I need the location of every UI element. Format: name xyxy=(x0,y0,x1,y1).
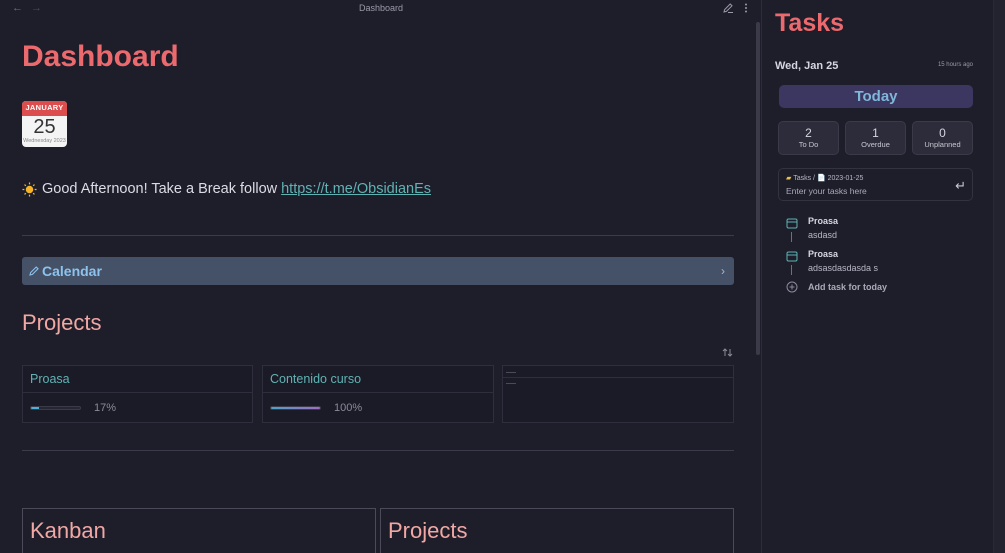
task-connector xyxy=(791,232,792,242)
folder-icon: ▰ xyxy=(786,175,792,182)
calendar-icon xyxy=(786,251,798,262)
calendar-month: JANUARY xyxy=(22,101,67,116)
chevron-right-icon: › xyxy=(721,264,725,278)
placeholder-line xyxy=(506,383,516,384)
stat-label: Overdue xyxy=(861,140,890,149)
stat-overdue[interactable]: 1 Overdue xyxy=(845,121,906,155)
project-progress: 17% xyxy=(23,393,252,422)
add-task-button[interactable]: Add task for today xyxy=(786,281,887,293)
task-name: Proasa xyxy=(808,249,839,259)
today-button[interactable]: Today xyxy=(779,85,973,108)
progress-fill xyxy=(271,406,320,409)
projects-heading: Projects xyxy=(22,310,102,335)
stat-value: 2 xyxy=(805,126,812,140)
calendar-icon xyxy=(786,218,798,229)
project-card-empty xyxy=(502,365,734,423)
enter-icon[interactable]: ↵ xyxy=(955,178,966,194)
stat-value: 1 xyxy=(872,126,879,140)
stat-value: 0 xyxy=(939,126,946,140)
note-header: ← → Dashboard xyxy=(0,0,761,17)
task-input-placeholder: Enter your tasks here xyxy=(786,186,867,196)
task-name: Proasa xyxy=(808,216,839,226)
scrollbar[interactable] xyxy=(756,22,760,355)
projects-card-title: Projects xyxy=(388,518,468,543)
sun-icon xyxy=(22,181,37,197)
greeting-line: Good Afternoon! Take a Break follow http… xyxy=(22,181,431,197)
add-task-label: Add task for today xyxy=(808,282,888,292)
progress-bar xyxy=(30,405,81,410)
callout-label: Calendar xyxy=(42,263,102,279)
greeting-text: Good Afternoon! Take a Break follow xyxy=(42,181,278,197)
stat-label: To Do xyxy=(798,140,819,149)
calendar-callout[interactable]: Calendar › xyxy=(22,257,734,285)
progress-fill xyxy=(31,406,40,409)
add-circle-icon xyxy=(786,281,798,293)
projects-card: Projects xyxy=(380,508,734,553)
task-input[interactable]: ▰ Tasks / 📄 2023-01-25 Enter your tasks … xyxy=(778,168,973,201)
placeholder-line xyxy=(506,372,516,373)
calendar-day: 25 xyxy=(33,116,56,138)
task-description: asdasd xyxy=(808,230,838,240)
divider xyxy=(22,450,734,451)
telegram-link[interactable]: https://t.me/ObsidianEs xyxy=(281,181,431,197)
project-name[interactable]: Contenido curso xyxy=(263,366,493,393)
calendar-weekday: Wednesday 2023 xyxy=(23,138,66,144)
progress-percent: 17% xyxy=(94,401,117,414)
card-divider xyxy=(503,377,733,378)
task-description: adsasdasdasda s xyxy=(808,263,879,273)
project-name[interactable]: Proasa xyxy=(23,366,252,393)
project-card[interactable]: Contenido curso 100% xyxy=(262,365,494,423)
note-header-title: Dashboard xyxy=(358,3,404,13)
project-card[interactable]: Proasa 17% xyxy=(22,365,253,423)
stat-todo[interactable]: 2 To Do xyxy=(778,121,839,155)
task-path-text: Tasks / 📄 2023-01-25 xyxy=(793,175,864,182)
pencil-icon xyxy=(29,266,39,276)
more-options-icon[interactable] xyxy=(744,2,748,14)
task-input-path: ▰ Tasks / 📄 2023-01-25 xyxy=(786,174,863,182)
tasks-panel: Tasks Wed, Jan 25 15 hours ago Today 2 T… xyxy=(763,0,1005,553)
edit-icon[interactable] xyxy=(722,2,734,14)
stat-unplanned[interactable]: 0 Unplanned xyxy=(912,121,973,155)
task-connector xyxy=(791,265,792,275)
page-title: Dashboard xyxy=(22,40,179,73)
kanban-title: Kanban xyxy=(30,518,106,543)
note-pane: ← → Dashboard Dashboard JANUARY 25 Wedne… xyxy=(0,0,762,553)
tasks-title: Tasks xyxy=(775,9,845,37)
progress-bar xyxy=(270,405,321,410)
sort-icon[interactable] xyxy=(722,347,733,358)
progress-percent: 100% xyxy=(334,401,363,414)
tasks-date: Wed, Jan 25 xyxy=(775,60,839,72)
tasks-updated: 15 hours ago xyxy=(937,62,973,68)
calendar-date-icon: JANUARY 25 Wednesday 2023 xyxy=(22,101,67,147)
kanban-card: Kanban xyxy=(22,508,376,553)
stat-label: Unplanned xyxy=(924,140,961,149)
divider xyxy=(22,235,734,236)
project-progress: 100% xyxy=(263,393,493,422)
panel-edge xyxy=(993,0,1005,553)
